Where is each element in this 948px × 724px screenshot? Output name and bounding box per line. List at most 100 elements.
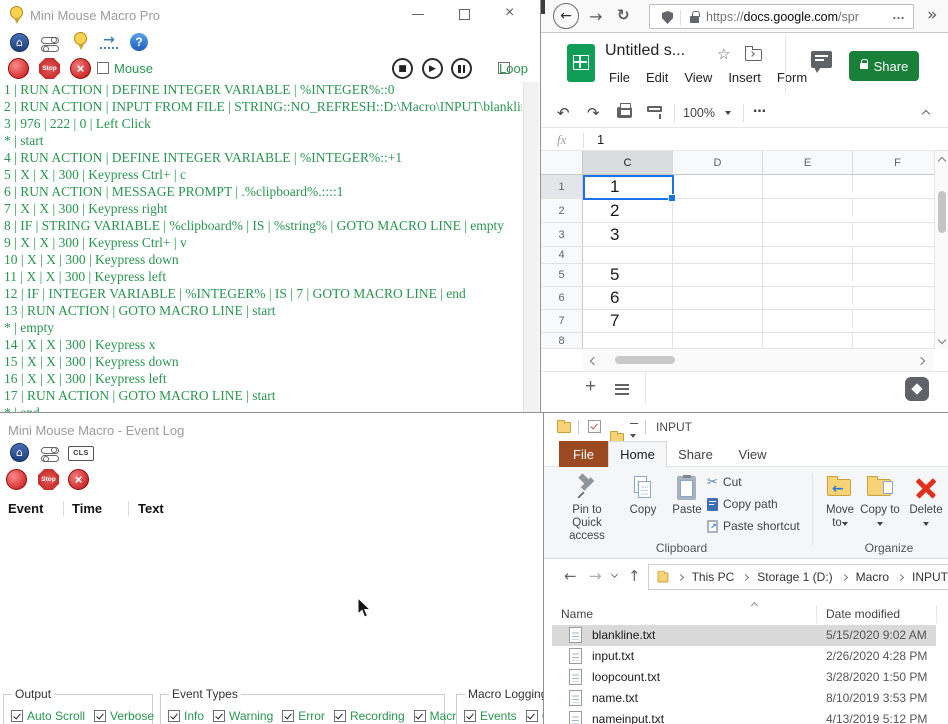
cell-col-f[interactable] [853, 287, 934, 310]
checkbox[interactable] [168, 710, 180, 722]
sheet-grid[interactable]: 1 1 2 2 3 3 [541, 175, 934, 350]
cell-col-d[interactable] [673, 247, 763, 263]
cell-col-f[interactable] [853, 333, 934, 350]
cell-col-e[interactable] [763, 175, 853, 192]
zoom-select[interactable]: 100% [683, 106, 715, 120]
macro-pin-icon[interactable] [74, 32, 87, 50]
nav-up-icon[interactable]: ↑ [628, 567, 641, 585]
cell-col-e[interactable] [763, 247, 853, 264]
scroll-up-icon[interactable] [938, 157, 946, 165]
cell-col-c[interactable] [583, 333, 673, 348]
play-icon[interactable]: ▶ [422, 58, 443, 79]
back-icon[interactable]: ← [553, 3, 579, 29]
pin-to-quick-access-button[interactable]: Pin to Quick access [558, 475, 616, 543]
macro-line[interactable]: 9 | X | X | 300 | Keypress Ctrl+ | v [4, 235, 522, 252]
address-bar[interactable]: https://docs.google.com/spr … [649, 4, 914, 29]
cell-col-e[interactable] [763, 333, 853, 350]
qat-customize-caret-icon[interactable] [630, 423, 638, 441]
checkbox-item[interactable]: Info [168, 709, 204, 723]
breadcrumb-item[interactable]: Storage 1 (D:) [757, 570, 832, 584]
checkbox[interactable] [11, 710, 23, 722]
macro-line[interactable]: 10 | X | X | 300 | Keypress down [4, 252, 522, 269]
row-header[interactable]: 7 [541, 310, 583, 332]
sheet-row[interactable]: 3 3 [541, 223, 934, 247]
qat-properties-icon[interactable] [588, 420, 601, 433]
file-row[interactable]: nameinput.txt 4/13/2019 5:12 PM [552, 709, 936, 724]
more-tools-icon[interactable]: … [753, 101, 766, 116]
cell-col-d[interactable] [673, 310, 763, 332]
tab-file[interactable]: File [559, 441, 608, 467]
overflow-chevrons-icon[interactable]: » [927, 5, 937, 25]
row-header[interactable]: 5 [541, 264, 583, 286]
macro-line[interactable]: 8 | IF | STRING VARIABLE | %clipboard% |… [4, 218, 522, 235]
column-header-text[interactable]: Text [138, 501, 164, 516]
column-divider[interactable] [128, 501, 129, 516]
cell-col-c[interactable]: 6 [583, 287, 673, 309]
macro-line[interactable]: 13 | RUN ACTION | GOTO MACRO LINE | star… [4, 303, 522, 320]
checkbox[interactable] [213, 710, 225, 722]
macro-line[interactable]: 11 | X | X | 300 | Keypress left [4, 269, 522, 286]
scroll-down-icon[interactable] [938, 336, 946, 344]
macro-line[interactable]: * | empty [4, 320, 522, 337]
stop-playback-icon[interactable]: ■ [392, 58, 413, 79]
forward-icon[interactable]: → [589, 7, 602, 26]
column-header-event[interactable]: Event [8, 501, 43, 516]
macro-line[interactable]: 4 | RUN ACTION | DEFINE INTEGER VARIABLE… [4, 150, 522, 167]
cell-col-d[interactable] [673, 333, 763, 348]
column-header[interactable]: D [673, 151, 763, 174]
checkbox-item[interactable]: Verbose [94, 709, 154, 723]
explore-icon[interactable] [905, 377, 929, 401]
macro-line-list[interactable]: 1 | RUN ACTION | DEFINE INTEGER VARIABLE… [4, 82, 522, 412]
menu-item[interactable]: Edit [646, 70, 668, 85]
column-divider[interactable] [816, 605, 817, 623]
macro-line[interactable]: 17 | RUN ACTION | GOTO MACRO LINE | star… [4, 388, 522, 405]
row-header[interactable]: 2 [541, 199, 583, 222]
stop-sign-icon[interactable]: Stop [39, 58, 60, 79]
cell-col-d[interactable] [673, 264, 763, 286]
checkbox[interactable] [414, 710, 426, 722]
record-icon[interactable] [8, 58, 29, 79]
file-row[interactable]: blankline.txt 5/15/2020 9:02 AM [552, 625, 936, 646]
cell-col-e[interactable] [763, 199, 853, 216]
column-header-name[interactable]: Name [561, 607, 593, 621]
checkbox[interactable] [282, 710, 294, 722]
zoom-caret-icon[interactable] [725, 111, 731, 115]
cell-col-e[interactable] [763, 264, 853, 281]
delete-button[interactable]: Delete [904, 475, 948, 530]
cell-col-c[interactable]: 5 [583, 264, 673, 286]
row-header[interactable]: 6 [541, 287, 583, 309]
reload-icon[interactable]: ↻ [617, 6, 630, 24]
sheet-row[interactable]: 2 2 [541, 199, 934, 223]
move-to-button[interactable]: ← Move to [820, 475, 860, 530]
sheet-row[interactable]: 8 [541, 333, 934, 349]
column-header[interactable]: C [583, 151, 673, 174]
paste-button[interactable]: Paste [666, 475, 708, 517]
move-to-folder-icon[interactable] [745, 49, 762, 61]
cell-col-f[interactable] [853, 310, 934, 333]
pause-icon[interactable] [451, 58, 472, 79]
tracking-shield-icon[interactable] [662, 11, 673, 24]
cut-button[interactable]: ✂ Cut [707, 473, 742, 491]
macro-line[interactable]: 2 | RUN ACTION | INPUT FROM FILE | STRIN… [4, 99, 522, 116]
cell-col-e[interactable] [763, 287, 853, 304]
cell-col-e[interactable] [763, 223, 853, 240]
cell-col-f[interactable] [853, 223, 934, 246]
menu-item[interactable]: File [609, 70, 630, 85]
checkbox-item[interactable]: Auto Scroll [11, 709, 85, 723]
macro-line[interactable]: 3 | 976 | 222 | 0 | Left Click [4, 116, 522, 133]
column-divider[interactable] [936, 605, 937, 623]
add-sheet-icon[interactable]: + [585, 376, 596, 398]
tab-view[interactable]: View [724, 441, 781, 467]
column-header[interactable]: E [763, 151, 853, 174]
sheet-row[interactable]: 4 [541, 247, 934, 264]
macro-line[interactable]: * | end [4, 405, 522, 412]
cell-col-f[interactable] [853, 175, 934, 198]
redo-icon[interactable]: ↷ [587, 104, 600, 122]
checkbox[interactable] [334, 710, 346, 722]
help-icon[interactable]: ? [130, 33, 148, 51]
macro-line[interactable]: 6 | RUN ACTION | MESSAGE PROMPT | .%clip… [4, 184, 522, 201]
cell-col-d[interactable] [673, 223, 763, 246]
clear-log-button[interactable]: CLS [68, 446, 94, 461]
maximize-button[interactable] [459, 9, 470, 20]
column-header-date-modified[interactable]: Date modified [826, 607, 900, 621]
